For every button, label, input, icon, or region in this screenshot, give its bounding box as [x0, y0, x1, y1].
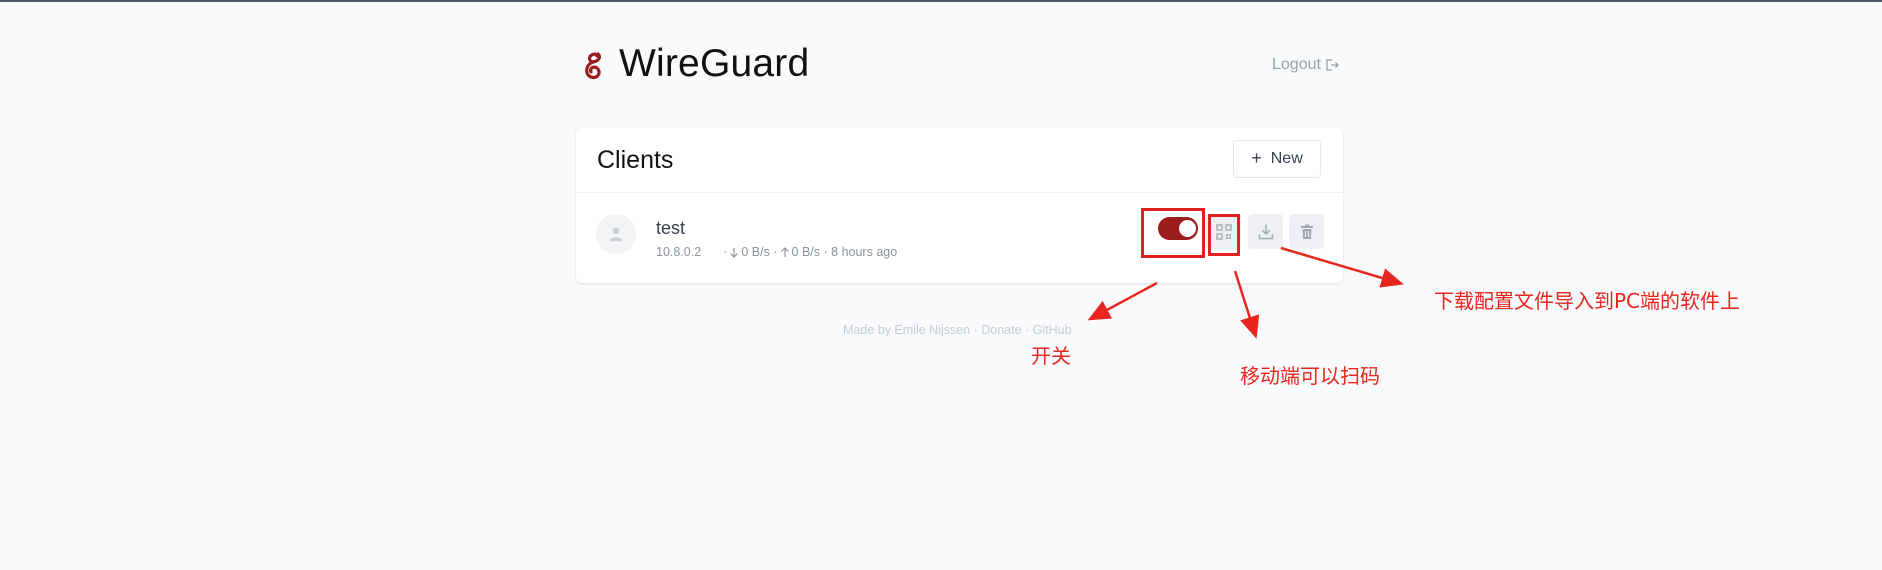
new-client-button[interactable]: + New: [1233, 140, 1321, 178]
arrow-down-icon: [730, 247, 739, 258]
qr-highlight-box: [1208, 214, 1240, 256]
last-seen: 8 hours ago: [831, 245, 898, 259]
logout-icon: [1326, 59, 1339, 71]
trash-icon: [1300, 224, 1313, 239]
client-name[interactable]: test: [656, 218, 685, 239]
annotation-toggle: 开关: [1031, 344, 1071, 368]
footer-credits: Made by Emile Nijssen · Donate · GitHub: [843, 323, 1072, 337]
new-client-label: New: [1270, 150, 1303, 167]
user-icon: [609, 227, 623, 242]
clients-card: Clients + New test 10.8.0.2 · 0 B/s · 0 …: [576, 128, 1343, 283]
toggle-highlight-box: [1141, 208, 1205, 258]
meta-separator: ·: [823, 245, 828, 259]
client-address: 10.8.0.2: [656, 245, 702, 259]
plus-icon: +: [1251, 148, 1262, 168]
clients-card-header: Clients + New: [576, 128, 1343, 193]
arrow-up-icon: [780, 246, 789, 257]
meta-separator: ·: [723, 245, 728, 259]
avatar: [596, 214, 636, 254]
top-border: [0, 0, 1882, 2]
logout-button[interactable]: Logout: [1272, 56, 1339, 74]
client-meta: 10.8.0.2 · 0 B/s · 0 B/s · 8 hours ago: [656, 245, 897, 259]
meta-separator: ·: [773, 245, 778, 259]
annotation-download: 下载配置文件导入到PC端的软件上: [1434, 289, 1741, 313]
annotation-qr: 移动端可以扫码: [1240, 364, 1380, 388]
wireguard-logo-icon: [585, 52, 601, 80]
logout-label: Logout: [1272, 56, 1321, 73]
upload-rate: 0 B/s: [791, 245, 821, 259]
download-config-button[interactable]: [1248, 214, 1283, 249]
delete-client-button[interactable]: [1289, 214, 1324, 249]
clients-title: Clients: [597, 146, 674, 174]
download-rate: 0 B/s: [741, 245, 770, 259]
app-title: WireGuard: [619, 42, 810, 85]
download-icon: [1258, 223, 1273, 239]
